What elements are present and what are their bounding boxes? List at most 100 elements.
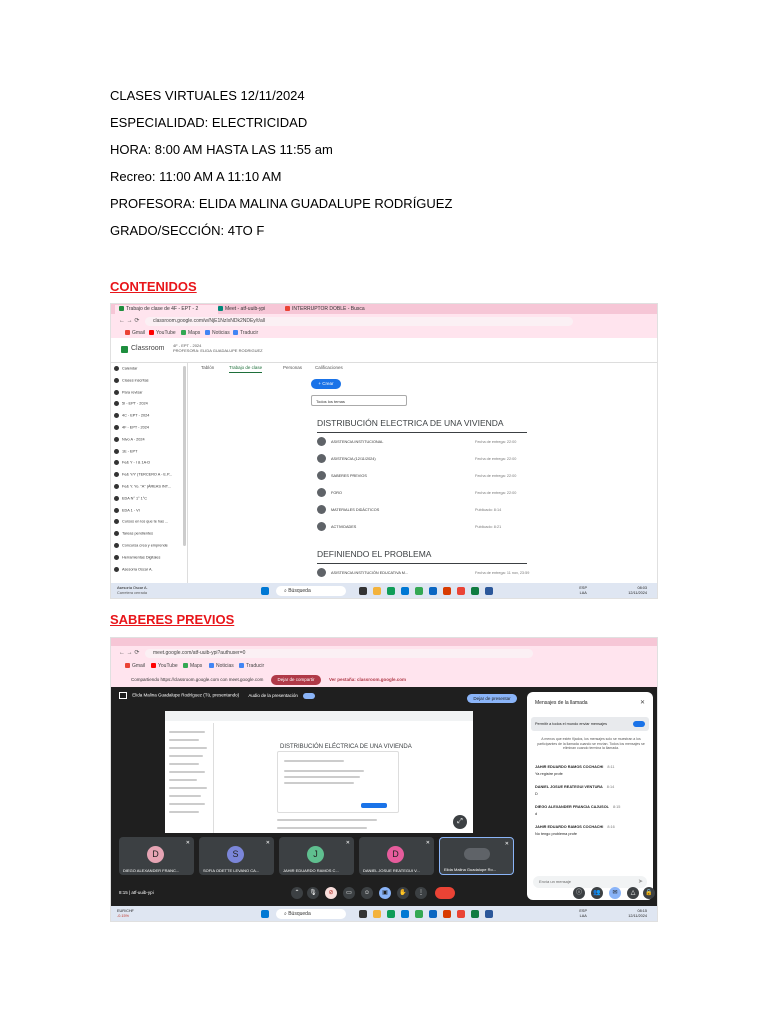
present-icon[interactable]: ▣: [379, 887, 391, 899]
raise-hand-icon[interactable]: ✋: [397, 887, 409, 899]
taskbar-widget[interactable]: Asesoría Oscar A. Carretera cerrada: [117, 586, 148, 596]
browser-tab-search[interactable]: INTERRUPTOR DOBLE - Busca: [281, 305, 374, 314]
sidebar-item[interactable]: Fe& Y/Y (TERCERO A - E.P...: [114, 472, 184, 478]
nav-arrows-icon[interactable]: ← → ⟳: [119, 649, 139, 656]
excel-icon[interactable]: [471, 587, 479, 595]
sidebar-item[interactable]: Fe& Y - I & 1A-D: [114, 460, 184, 466]
stop-sharing-button[interactable]: Dejar de compartir: [271, 675, 321, 685]
sidebar-item[interactable]: 1E - EPT: [114, 448, 184, 454]
sidebar-item[interactable]: Asesoría Oscar A.: [114, 566, 184, 572]
self-view-controls-icon[interactable]: [464, 848, 490, 860]
taskbar-app-icon[interactable]: [359, 587, 367, 595]
sidebar-item[interactable]: Cursos en los que te has ...: [114, 519, 184, 525]
bookmark-maps[interactable]: Maps: [181, 328, 200, 338]
taskbar-app-icon[interactable]: [457, 910, 465, 918]
bookmark-translate[interactable]: Traducir: [239, 663, 264, 669]
language-indicator[interactable]: ESP LAA: [579, 586, 587, 596]
more-vert-icon[interactable]: ⋮: [415, 887, 427, 899]
classroom-app-name[interactable]: Classroom: [131, 345, 164, 352]
tab-stream[interactable]: Tablón: [201, 365, 214, 370]
emoji-icon[interactable]: ☺: [361, 887, 373, 899]
bookmark-youtube[interactable]: YouTube: [149, 328, 176, 338]
sidebar-item[interactable]: 4C - EPT - 2024: [114, 413, 184, 419]
taskbar-search[interactable]: ⌕ Búsqueda: [276, 586, 346, 596]
tab-people[interactable]: Personas: [283, 365, 302, 370]
more-options-icon[interactable]: ⌃: [291, 887, 303, 899]
bookmark-gmail[interactable]: Gmail: [125, 663, 145, 669]
chrome-icon[interactable]: [387, 910, 395, 918]
assignment-row[interactable]: ASISTENCIA INSTITUCIÓN EDUCATIVA M... Fec…: [317, 566, 529, 580]
captions-icon[interactable]: ▭: [343, 887, 355, 899]
stop-presenting-button[interactable]: Dejar de presentar: [467, 694, 517, 703]
taskbar-search[interactable]: ⌕ Búsqueda: [276, 909, 346, 919]
taskbar-app-icon[interactable]: [485, 910, 493, 918]
sidebar-item[interactable]: 4F - EPT - 2024: [114, 425, 184, 430]
activities-icon[interactable]: △: [627, 887, 639, 899]
assignment-row[interactable]: ACTIVIDADES Publicado: 8:21: [317, 520, 527, 534]
windows-start-icon[interactable]: [261, 587, 269, 595]
folder-icon[interactable]: [373, 587, 381, 595]
bookmark-news[interactable]: Noticias: [205, 328, 230, 338]
bookmark-youtube[interactable]: YouTube: [151, 663, 178, 669]
taskbar-clock[interactable]: 08:03 12/11/2024: [628, 586, 647, 596]
camera-off-icon[interactable]: ⊘: [325, 887, 337, 899]
participant-tile[interactable]: D ✕ DIEGO ALEXANDER FRANC...: [119, 837, 194, 875]
end-call-icon[interactable]: [435, 887, 455, 899]
folder-icon[interactable]: [373, 910, 381, 918]
assignment-row[interactable]: SABERES PREVIOS Fecha de entrega: 22:00: [317, 469, 527, 483]
participant-tile[interactable]: J ✕ JAHIR EDUARDO RAMOS C...: [279, 837, 354, 875]
nav-arrows-icon[interactable]: ← → ⟳: [119, 317, 139, 324]
assignment-row[interactable]: ASISTENCIA INSTITUCIONAL Fecha de entrega…: [317, 435, 527, 449]
assignment-row[interactable]: FORO Fecha de entrega: 22:00: [317, 486, 527, 500]
sidebar-item[interactable]: Calendar: [114, 366, 184, 371]
powerpoint-icon[interactable]: [443, 910, 451, 918]
taskbar-app-icon[interactable]: [457, 587, 465, 595]
excel-icon[interactable]: [471, 910, 479, 918]
address-bar[interactable]: classroom.google.com/w/NjE1NzIxNDk2NDEy/…: [145, 317, 573, 326]
edge-icon[interactable]: [401, 587, 409, 595]
microphone-icon[interactable]: 🎙: [307, 887, 319, 899]
taskbar-app-icon[interactable]: [415, 910, 423, 918]
open-shared-tab-link[interactable]: Ver pestaña: classroom.google.com: [329, 677, 406, 682]
bookmark-translate[interactable]: Traducir: [233, 328, 258, 338]
presentation-audio-toggle[interactable]: [303, 692, 316, 699]
taskbar-app-icon[interactable]: [359, 910, 367, 918]
sidebar-item[interactable]: Tareas pendientes: [114, 531, 184, 537]
participant-tile[interactable]: ✕ Elida Malina Guadalupe Ro...: [439, 837, 514, 875]
sidebar-item[interactable]: 5I - EPT - 2024: [114, 401, 184, 407]
assignment-row[interactable]: ASISTENCIA (12/11/2024) Fecha de entrega:…: [317, 452, 527, 466]
sidebar-item[interactable]: Concursa crea y emprende: [114, 543, 184, 548]
expand-icon[interactable]: ⤢: [453, 815, 467, 829]
lock-icon[interactable]: 🔒: [643, 887, 655, 899]
assignment-row[interactable]: MATERIALES DIDÁCTICOS Publicado: 8:14: [317, 503, 527, 517]
windows-start-icon[interactable]: [261, 910, 269, 918]
create-button[interactable]: + Crear: [311, 379, 341, 389]
taskbar-app-icon[interactable]: [415, 587, 423, 595]
chat-icon[interactable]: ✉: [609, 887, 621, 899]
tab-classwork[interactable]: Trabajo de clase: [229, 365, 263, 373]
sidebar-item[interactable]: Fe& Y. Yo. "A" (ÁREAS INT...: [114, 484, 184, 489]
sidebar-item[interactable]: EDA 1 - VI: [114, 507, 184, 513]
chrome-icon[interactable]: [387, 587, 395, 595]
bookmark-gmail[interactable]: Gmail: [125, 328, 145, 338]
word-icon[interactable]: [429, 587, 437, 595]
taskbar-clock[interactable]: 08:15 12/11/2024: [628, 909, 647, 919]
taskbar-widget[interactable]: EUR/CHF -0.15%: [117, 909, 134, 919]
taskbar-app-icon[interactable]: [485, 587, 493, 595]
word-icon[interactable]: [429, 910, 437, 918]
powerpoint-icon[interactable]: [443, 587, 451, 595]
people-icon[interactable]: 👥: [591, 887, 603, 899]
edge-icon[interactable]: [401, 910, 409, 918]
sidebar-item[interactable]: Nivo A - 2024: [114, 436, 184, 442]
bookmark-news[interactable]: Noticias: [209, 663, 234, 669]
sidebar-item[interactable]: Clases inscritas: [114, 377, 184, 383]
chat-permission-toggle[interactable]: [633, 721, 645, 727]
address-bar[interactable]: meet.google.com/atf-uuib-ypi?authuser=0: [145, 649, 533, 658]
sidebar-item[interactable]: Para revisar: [114, 389, 184, 395]
browser-tab-meet[interactable]: Meet - atf-uuib-ypi: [214, 305, 284, 314]
sidebar-item[interactable]: Herramientas Digitales: [114, 554, 184, 560]
tab-grades[interactable]: Calificaciones: [315, 365, 343, 370]
info-icon[interactable]: ⓘ: [573, 887, 585, 899]
topic-filter-select[interactable]: Todos los temas: [311, 395, 407, 406]
language-indicator[interactable]: ESP LAA: [579, 909, 587, 919]
